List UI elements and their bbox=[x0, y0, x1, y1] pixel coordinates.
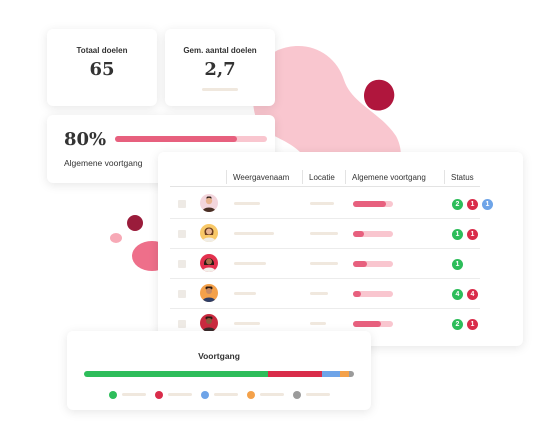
table-row[interactable]: 1 1 bbox=[170, 219, 480, 249]
status-badge: 4 bbox=[467, 289, 478, 300]
voortgang-segment bbox=[267, 371, 322, 377]
status-badge: 1 bbox=[467, 229, 478, 240]
column-header-location[interactable]: Locatie bbox=[309, 173, 335, 182]
legend-placeholder bbox=[214, 393, 238, 396]
legend-dot bbox=[109, 391, 117, 399]
voortgang-segment bbox=[348, 371, 354, 377]
user-avatar bbox=[200, 254, 218, 272]
overall-progress-bar-fill bbox=[115, 136, 237, 142]
voortgang-title: Voortgang bbox=[198, 351, 240, 361]
location-placeholder bbox=[310, 262, 338, 265]
row-progress-bar bbox=[353, 231, 393, 237]
table-row[interactable]: 1 bbox=[170, 249, 480, 279]
row-progress-bar bbox=[353, 201, 393, 207]
row-checkbox[interactable] bbox=[178, 260, 186, 268]
legend-dot bbox=[155, 391, 163, 399]
row-progress-fill bbox=[353, 261, 367, 267]
overall-progress-label: Algemene voortgang bbox=[64, 158, 143, 168]
column-header-display-name[interactable]: Weergavenaam bbox=[233, 173, 289, 182]
table-row[interactable]: 2 1 1 bbox=[170, 189, 493, 219]
legend-dot bbox=[201, 391, 209, 399]
row-checkbox[interactable] bbox=[178, 230, 186, 238]
row-progress-bar bbox=[353, 291, 393, 297]
name-placeholder bbox=[234, 262, 266, 265]
status-badge: 1 bbox=[452, 229, 463, 240]
row-checkbox[interactable] bbox=[178, 290, 186, 298]
user-avatar bbox=[200, 284, 218, 302]
row-progress-fill bbox=[353, 321, 381, 327]
name-placeholder bbox=[234, 322, 260, 325]
row-checkbox[interactable] bbox=[178, 200, 186, 208]
column-separator bbox=[444, 170, 445, 184]
user-avatar bbox=[200, 224, 218, 242]
header-divider bbox=[170, 186, 480, 187]
total-goals-card: Totaal doelen 65 bbox=[47, 29, 157, 106]
location-placeholder bbox=[310, 322, 326, 325]
total-goals-label: Totaal doelen bbox=[76, 46, 128, 55]
column-header-status[interactable]: Status bbox=[451, 173, 474, 182]
status-badge: 2 bbox=[452, 319, 463, 330]
user-avatar bbox=[200, 314, 218, 332]
legend-placeholder bbox=[122, 393, 146, 396]
total-goals-value: 65 bbox=[89, 59, 115, 80]
column-separator bbox=[226, 170, 227, 184]
location-placeholder bbox=[310, 292, 328, 295]
legend-dot bbox=[293, 391, 301, 399]
decorative-dot-maroon bbox=[127, 215, 143, 231]
row-checkbox[interactable] bbox=[178, 320, 186, 328]
status-badge: 1 bbox=[482, 199, 493, 210]
column-separator bbox=[345, 170, 346, 184]
average-goals-value: 2,7 bbox=[204, 59, 236, 80]
voortgang-segment bbox=[84, 371, 268, 377]
average-goals-underline bbox=[202, 88, 238, 91]
status-badge: 1 bbox=[467, 319, 478, 330]
legend-dot bbox=[247, 391, 255, 399]
column-header-overall-progress[interactable]: Algemene voortgang bbox=[352, 173, 426, 182]
row-progress-fill bbox=[353, 291, 361, 297]
location-placeholder bbox=[310, 202, 334, 205]
decorative-blob-darkred bbox=[364, 79, 395, 111]
decorative-dot-pink-small bbox=[110, 233, 122, 243]
legend-placeholder bbox=[306, 393, 330, 396]
name-placeholder bbox=[234, 292, 256, 295]
voortgang-segment bbox=[340, 371, 349, 377]
legend-placeholder bbox=[260, 393, 284, 396]
average-goals-card: Gem. aantal doelen 2,7 bbox=[165, 29, 275, 106]
overall-progress-bar bbox=[115, 136, 267, 142]
user-avatar bbox=[200, 194, 218, 212]
row-progress-fill bbox=[353, 231, 365, 237]
status-badge: 4 bbox=[452, 289, 463, 300]
voortgang-stacked-bar bbox=[84, 371, 354, 377]
status-badge: 1 bbox=[467, 199, 478, 210]
legend-placeholder bbox=[168, 393, 192, 396]
location-placeholder bbox=[310, 232, 338, 235]
name-placeholder bbox=[234, 202, 260, 205]
row-progress-bar bbox=[353, 321, 393, 327]
average-goals-label: Gem. aantal doelen bbox=[183, 46, 257, 55]
table-row[interactable]: 4 4 bbox=[170, 279, 480, 309]
name-placeholder bbox=[234, 232, 274, 235]
status-badge: 2 bbox=[452, 199, 463, 210]
status-badge: 1 bbox=[452, 259, 463, 270]
column-separator bbox=[302, 170, 303, 184]
row-progress-bar bbox=[353, 261, 393, 267]
overall-progress-value: 80% bbox=[64, 129, 107, 150]
voortgang-segment bbox=[321, 371, 341, 377]
row-progress-fill bbox=[353, 201, 386, 207]
